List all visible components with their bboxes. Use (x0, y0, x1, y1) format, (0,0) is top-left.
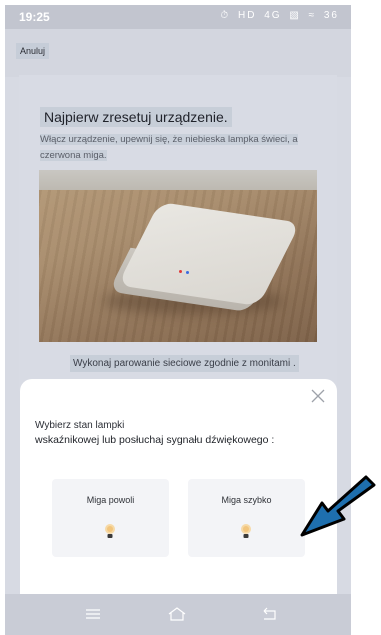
battery-icon: 36 (323, 10, 339, 21)
reset-title: Najpierw zresetuj urządzenie. (40, 107, 232, 127)
reset-description: Włącz urządzenie, upewnij się, że niebie… (40, 134, 298, 161)
bulb-icon (105, 524, 115, 538)
reset-instructions-card: Najpierw zresetuj urządzenie. Włącz urzą… (19, 75, 337, 391)
close-icon[interactable] (309, 387, 327, 405)
status-time: 19:25 (19, 10, 50, 24)
hd-icon: HD (238, 10, 257, 21)
signal-icon: ▧ (289, 10, 301, 21)
option-label: Miga szybko (221, 495, 272, 505)
top-bar (5, 29, 351, 77)
device-photo (39, 170, 317, 342)
menu-icon[interactable] (83, 604, 103, 624)
lamp-state-bottom-sheet: Wybierz stan lampki wskaźnikowej lub pos… (20, 379, 337, 599)
status-bar: 19:25 ⏱ HD 4G ▧ ≈ 36 (5, 5, 351, 29)
sheet-title-line2: wskaźnikowej lub posłuchaj sygnału dźwię… (35, 434, 275, 446)
red-led-indicator (179, 270, 182, 273)
pairing-instruction: Wykonaj parowanie sieciowe zgodnie z mon… (70, 355, 299, 372)
sheet-title-line1: Wybierz stan lampki (35, 420, 125, 431)
wifi-icon: ≈ (308, 10, 317, 21)
back-icon[interactable] (260, 604, 280, 624)
cancel-button[interactable]: Anuluj (16, 43, 50, 59)
status-icons: ⏱ HD 4G ▧ ≈ 36 (217, 10, 339, 21)
alarm-icon: ⏱ (220, 10, 231, 21)
navigation-bar (5, 594, 351, 635)
option-blinking-slowly[interactable]: Miga powoli (52, 479, 169, 557)
blue-led-indicator (186, 271, 189, 274)
option-blinking-quickly[interactable]: Miga szybko (188, 479, 305, 557)
option-label: Miga powoli (86, 495, 135, 505)
4g-icon: 4G (264, 10, 282, 21)
bulb-icon (241, 524, 251, 538)
pointer-arrow-icon (300, 475, 376, 537)
home-icon[interactable] (167, 604, 187, 624)
